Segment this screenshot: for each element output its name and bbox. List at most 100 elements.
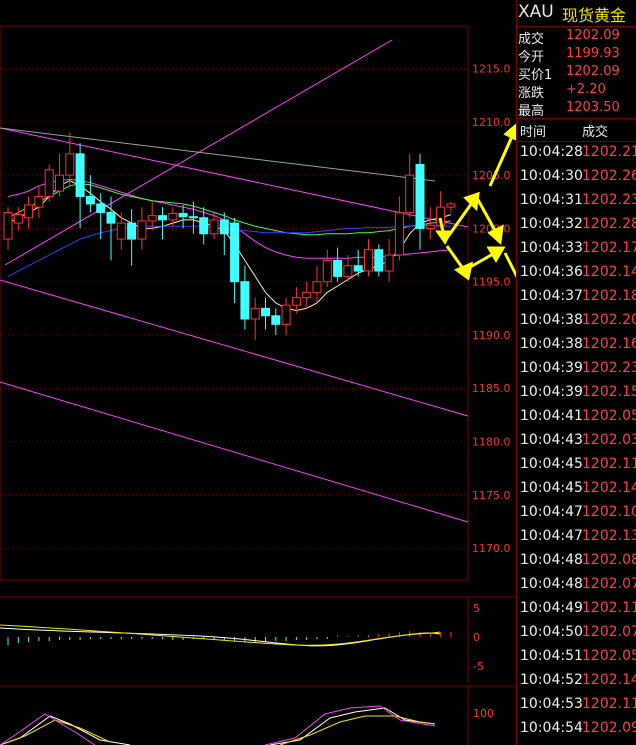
candle-body	[85, 195, 95, 205]
tick-price: 1202.05	[582, 648, 636, 664]
tick-price: 1202.07	[582, 624, 636, 640]
candle-body	[405, 174, 415, 213]
price-axis-label: 1175.0	[472, 489, 511, 502]
candle-body	[24, 204, 34, 219]
tick-row: 10:04:45 1202.14	[520, 480, 636, 504]
tick-row: 10:04:41 1202.05	[520, 408, 636, 432]
tick-time: 10:04:51	[520, 648, 583, 664]
ma-line	[7, 179, 452, 312]
macd-axis-top: 5	[473, 602, 480, 615]
price-axis-label: 1215.0	[472, 63, 511, 76]
candle-body	[322, 259, 332, 283]
tick-time: 10:04:47	[520, 504, 583, 520]
candle-body	[96, 203, 106, 213]
tick-price: 1202.14	[582, 672, 636, 688]
tick-price: 1202.09	[582, 720, 636, 736]
tick-row: 10:04:53 1202.11	[520, 696, 636, 720]
quote-row-last: 成交 1202.09	[518, 28, 620, 47]
tick-row: 10:04:47 1202.10	[520, 504, 636, 528]
tick-price: 1202.26	[582, 168, 636, 184]
tick-row: 10:04:37 1202.18	[520, 288, 636, 312]
tick-price: 1202.23	[582, 360, 636, 376]
candle-body	[116, 222, 126, 240]
tick-price: 1202.20	[582, 312, 636, 328]
tick-time: 10:04:32	[520, 216, 583, 232]
tick-price: 1202.11	[582, 456, 636, 472]
tick-price: 1202.15	[582, 384, 636, 400]
tick-price: 1202.03	[582, 432, 636, 448]
candle-body	[44, 169, 54, 197]
candle-body	[291, 297, 301, 306]
tick-price: 1202.17	[582, 240, 636, 256]
tick-price: 1202.13	[582, 528, 636, 544]
candle-body	[446, 203, 456, 208]
tick-row: 10:04:48 1202.08	[520, 552, 636, 576]
candle-body	[158, 215, 167, 221]
kdj-j-line	[0, 705, 436, 745]
candle-body	[374, 249, 384, 272]
instrument-name: 现货黄金	[562, 6, 627, 25]
tick-row: 10:04:45 1202.11	[520, 456, 636, 480]
plot-frame	[0, 25, 469, 581]
candlestick-chart[interactable]: 1215.01210.01205.01200.01195.01190.01185…	[0, 0, 516, 745]
kdj-panel: 100	[0, 685, 516, 745]
quote-row-bid: 买价1 1202.09	[518, 64, 620, 83]
candle-body	[106, 211, 116, 224]
tick-time: 10:04:45	[520, 456, 583, 472]
ticks-header-time: 时间	[520, 125, 547, 140]
tick-price: 1202.11	[582, 696, 636, 712]
price-axis-label: 1185.0	[472, 382, 511, 395]
tick-time: 10:04:37	[520, 288, 583, 304]
tick-time: 10:04:53	[520, 696, 583, 712]
tick-time: 10:04:48	[520, 576, 583, 592]
tick-row: 10:04:31 1202.23	[520, 192, 636, 216]
candle-body	[65, 153, 75, 176]
tick-time: 10:04:49	[520, 600, 583, 616]
tick-price: 1202.28	[582, 216, 636, 232]
candle-body	[188, 216, 198, 219]
tick-time: 10:04:39	[520, 360, 583, 376]
candle-body	[394, 211, 404, 256]
quote-row-open: 今开 1199.93	[518, 46, 620, 65]
macd-dif-line	[0, 627, 441, 647]
kdj-d-line	[0, 715, 436, 745]
tick-row: 10:04:49 1202.11	[520, 600, 636, 624]
tick-time: 10:04:45	[520, 480, 583, 496]
tick-price: 1202.11	[582, 600, 636, 616]
candle-body	[302, 291, 312, 299]
tick-price: 1202.14	[582, 264, 636, 280]
candle-body	[209, 219, 219, 235]
candle-body	[230, 222, 240, 283]
candle-body	[415, 164, 425, 229]
candle-body	[240, 281, 250, 320]
tick-row: 10:04:54 1202.09	[520, 720, 636, 744]
macd-dea-line	[0, 624, 441, 646]
tick-price: 1202.16	[582, 336, 636, 352]
tick-row: 10:04:30 1202.26	[520, 168, 636, 192]
candle-body	[343, 265, 353, 277]
tick-price: 1202.07	[582, 576, 636, 592]
tick-row: 10:04:36 1202.14	[520, 264, 636, 288]
candle-body	[384, 254, 394, 272]
tick-time: 10:04:33	[520, 240, 583, 256]
macd-axis-low: -5	[473, 660, 484, 673]
tick-time: 10:04:52	[520, 672, 583, 688]
candle-body	[219, 219, 229, 235]
tick-time: 10:04:54	[520, 720, 583, 736]
kdj-axis-top: 100	[473, 707, 494, 720]
tick-time: 10:04:38	[520, 312, 583, 328]
panel-divider	[516, 0, 517, 745]
ma-line	[7, 178, 451, 259]
tick-time: 10:04:41	[520, 408, 583, 424]
candle-body	[261, 307, 270, 317]
candles	[3, 132, 456, 341]
tick-time: 10:04:36	[520, 264, 583, 280]
tick-price: 1202.10	[582, 504, 636, 520]
candle-body	[333, 259, 343, 277]
annotation-arrows	[435, 123, 516, 281]
tick-price: 1202.14	[582, 480, 636, 496]
instrument-header: XAU 现货黄金	[516, 0, 636, 27]
tick-price: 1202.21	[582, 144, 636, 160]
candle-body	[353, 265, 363, 272]
candle-body	[178, 213, 188, 218]
